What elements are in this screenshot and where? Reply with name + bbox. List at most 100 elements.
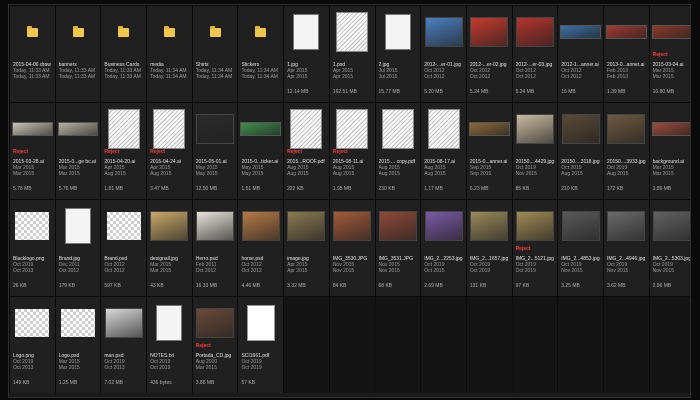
file-item[interactable]: NOTES.txt Oct 2019 Oct 2019 436 bytes	[147, 297, 192, 393]
thumbnail-area	[12, 301, 53, 345]
file-item[interactable]: designall.jpg Mar 2015 Mar 2015 43 KB	[147, 200, 192, 296]
file-item[interactable]: man.psd Oct 2019 Oct 2013 7.02 MB	[101, 297, 147, 393]
file-item[interactable]: Blacklogo.png Oct 2019 Oct 2013 26 KB	[10, 200, 55, 296]
thumbnail-area	[149, 10, 190, 54]
thumbnail-area	[103, 107, 144, 151]
modified-date: Nov 2015	[515, 171, 537, 178]
folder-icon	[255, 25, 267, 37]
file-item[interactable]: 2015-08-17.ai Aug 2015 Aug 2015 1.17 MB	[421, 103, 466, 199]
file-meta: 2015-04-24.ai Apr 2015 Aug 2015	[150, 159, 191, 178]
file-meta: 2015-03-28.ai Mar 2015 Mar 2015	[13, 159, 54, 178]
file-item[interactable]: Reject 2015-08-11.ai Aug 2015 Aug 2015 1.95 …	[329, 103, 375, 199]
file-item[interactable]: SCI1661.pdf Oct 2019 Oct 2019 57 KB	[238, 297, 284, 393]
reject-label: Reject	[13, 149, 29, 155]
thumbnail-area	[195, 204, 236, 248]
document-thumbnail	[384, 14, 411, 50]
folder-item[interactable]: Shirts Today, 11:34 AM Today, 11:34 AM	[192, 6, 238, 102]
file-item[interactable]: Reject 2015...ROOF.pdf Aug 2015 Aug 2015 222…	[284, 103, 329, 199]
file-item[interactable]: Reject IMG_2...5121.jpg Oct 2019 Oct 2019 97…	[512, 200, 558, 296]
file-item[interactable]: 2012-1...anner.ai Oct 2012 Oct 2012 16 MB	[558, 6, 603, 102]
file-item[interactable]: IMG_2...2253.jpg Oct 2019 Oct 2015 2.69 MB	[421, 200, 466, 296]
modified-date: Today, 11:33 AM	[13, 74, 50, 81]
file-meta: Logo.png Oct 2019 Oct 2013	[13, 353, 54, 372]
photo-thumbnail	[470, 17, 509, 47]
file-item[interactable]: horse.psd Oct 2012 Oct 2012 4.46 MB	[238, 200, 284, 296]
file-item[interactable]: Reject 2015-04-20.ai Apr 2015 Aug 2015 1.81 …	[101, 103, 147, 199]
file-item[interactable]: Reject 2015-04-24.ai Apr 2015 Aug 2015 3.47 …	[147, 103, 192, 199]
modified-date: Apr 2015	[287, 74, 308, 81]
drawing-thumbnail	[336, 12, 369, 52]
file-item[interactable]: Logo.png Oct 2019 Oct 2013 149 KB	[10, 297, 55, 393]
file-size: 3.25 MB	[561, 283, 580, 289]
file-item[interactable]: Brand.psd Oct 2012 Oct 2012 597 KB	[101, 200, 147, 296]
folder-icon	[209, 25, 221, 37]
file-size: 162.51 MB	[332, 89, 357, 95]
thumbnail-area	[468, 107, 510, 151]
file-item[interactable]: 2012-...er-01.jpg Oct 2012 Oct 2012 5.20 MB	[421, 6, 466, 102]
file-size: 1.17 MB	[424, 186, 443, 192]
file-item[interactable]: Brand.jpg Dec 2011 Oct 2012 179 KB	[55, 200, 101, 296]
file-item[interactable]: 2015-0...ticker.ai May 2015 May 2015 1.51 M…	[238, 103, 284, 199]
file-item[interactable]: background.ai Mar 2015 Mar 2015 3.86 MB	[649, 103, 690, 199]
file-item[interactable]: Logo.psd Mar 2015 Mar 2015 1.25 MB	[55, 297, 101, 393]
file-item[interactable]: IMG_3530.JPG Nov 2015 Nov 2015 84 KB	[329, 200, 375, 296]
file-size: 1.95 MB	[332, 186, 352, 192]
modified-date: Oct 2013	[13, 365, 34, 372]
thumbnail-area	[103, 204, 144, 248]
file-item[interactable]: 1.jpg Apr 2015 Apr 2015 12.14 MB	[284, 6, 329, 102]
file-item[interactable]: 20150....4429.jpg Oct 2019 Nov 2015 85 KB	[512, 103, 558, 199]
file-size: 16 MB	[561, 89, 576, 95]
thumbnail-area	[560, 107, 601, 151]
thumbnail-area	[240, 204, 281, 248]
file-size: 3.86 MB	[652, 186, 672, 192]
file-item[interactable]: IMG_2...4946.jpg Oct 2019 Nov 2015 3.62 MB	[603, 200, 649, 296]
file-item[interactable]: 2013-0...anner.ai Feb 2013 Feb 2013 1.39 MB	[603, 6, 649, 102]
file-item[interactable]: Herro.psd Feb 2011 Oct 2012 16.33 MB	[192, 200, 238, 296]
file-item[interactable]: image.jpg Apr 2015 Apr 2015 3.32 MB	[284, 200, 329, 296]
photo-thumbnail	[196, 308, 235, 338]
file-item[interactable]: 20150....3933.jpg Oct 2019 Aug 2015 172 KB	[603, 103, 649, 199]
file-meta: 2015-03-04.ai Mar 2015 Mar 2015	[653, 62, 690, 81]
file-item[interactable]: IMG_2...4853.jpg Oct 2019 Nov 2015 3.25 MB	[558, 200, 603, 296]
file-item[interactable]: IMG_2...1657.jpg Oct 2019 Oct 2019 131 KB	[466, 200, 512, 296]
file-item[interactable]: 2.jpg Jul 2015 Jul 2015 15.77 MB	[375, 6, 421, 102]
folder-item[interactable]: Stickers Today, 11:34 AM Today, 11:34 AM	[238, 6, 284, 102]
folder-item[interactable]: banners Today, 11:33 AM Today, 11:33 AM	[55, 6, 101, 102]
transparent-image-thumbnail	[61, 309, 96, 337]
thumbnail-area	[332, 107, 373, 151]
file-size: 6.23 MB	[469, 186, 489, 192]
file-item[interactable]: 2015-05-01.ai May 2015 May 2015 12.50 MB	[192, 103, 238, 199]
file-size: 5.24 MB	[469, 89, 489, 95]
file-item[interactable]: Reject Portada_CD.jpg Aug 2010 Mar 2015 3.88…	[192, 297, 238, 393]
modified-date: Apr 2015	[332, 74, 354, 81]
file-item[interactable]: IMG_2...5303.jpg Oct 2019 Nov 2015 2.96 MB	[649, 200, 690, 296]
file-meta: Logo.psd Mar 2015 Mar 2015	[59, 353, 100, 372]
empty-grid-cell	[375, 297, 421, 393]
thumbnail-area	[332, 204, 373, 248]
file-item[interactable]: IMG_3531.JPG Nov 2015 Nov 2015 68 KB	[375, 200, 421, 296]
file-item[interactable]: Reject 2015-03-04.ai Mar 2015 Mar 2015 16.80…	[649, 6, 690, 102]
file-item[interactable]: 2012-...er-03.jpg Oct 2012 Oct 2012 5.24 MB	[512, 6, 558, 102]
file-item[interactable]: Reject 2015-03-28.ai Mar 2015 Mar 2015 5.76 …	[10, 103, 55, 199]
file-meta: SCI1661.pdf Oct 2019 Oct 2019	[241, 353, 282, 372]
modified-date: Oct 2012	[195, 268, 217, 275]
thumbnail-area	[240, 10, 281, 54]
file-size: 57 KB	[241, 380, 256, 386]
file-size: 1.81 MB	[104, 186, 123, 192]
file-item[interactable]: 1.psd Apr 2015 Apr 2015 162.51 MB	[329, 6, 375, 102]
file-size: 131 KB	[469, 283, 487, 289]
thumbnail-area	[606, 107, 647, 151]
file-item[interactable]: 2012-...er-02.jpg Oct 2012 Oct 2012 5.24 MB	[466, 6, 512, 102]
folder-item[interactable]: 2015-04-06 draw Today, 11:33 AM Today, 11:…	[10, 6, 55, 102]
file-item[interactable]: 20150....3118.jpg Oct 2019 Aug 2015 210 KB	[558, 103, 603, 199]
modified-date: Oct 2012	[424, 74, 445, 81]
file-item[interactable]: 2015-0...anner.ai Sep 2015 Sep 2015 6.23 MB	[466, 103, 512, 199]
file-item[interactable]: 2015 ... copy.pdf Aug 2015 Aug 2015 230 KB	[375, 103, 421, 199]
file-size: 1.39 MB	[606, 89, 626, 95]
file-item[interactable]: 2015-0...ge bc.ai Mar 2015 Mar 2015 5.76 MB	[55, 103, 101, 199]
file-meta: 20150....3933.jpg Oct 2019 Aug 2015	[607, 159, 648, 178]
file-browser-window: 2015-04-06 draw Today, 11:33 AM Today, 11:…	[8, 4, 691, 398]
folder-item[interactable]: media Today, 11:34 AM Today, 11:34 AM	[147, 6, 192, 102]
file-size: 149 KB	[13, 380, 30, 386]
folder-item[interactable]: Business Cards Today, 11:33 AM Today, 11:3…	[101, 6, 147, 102]
